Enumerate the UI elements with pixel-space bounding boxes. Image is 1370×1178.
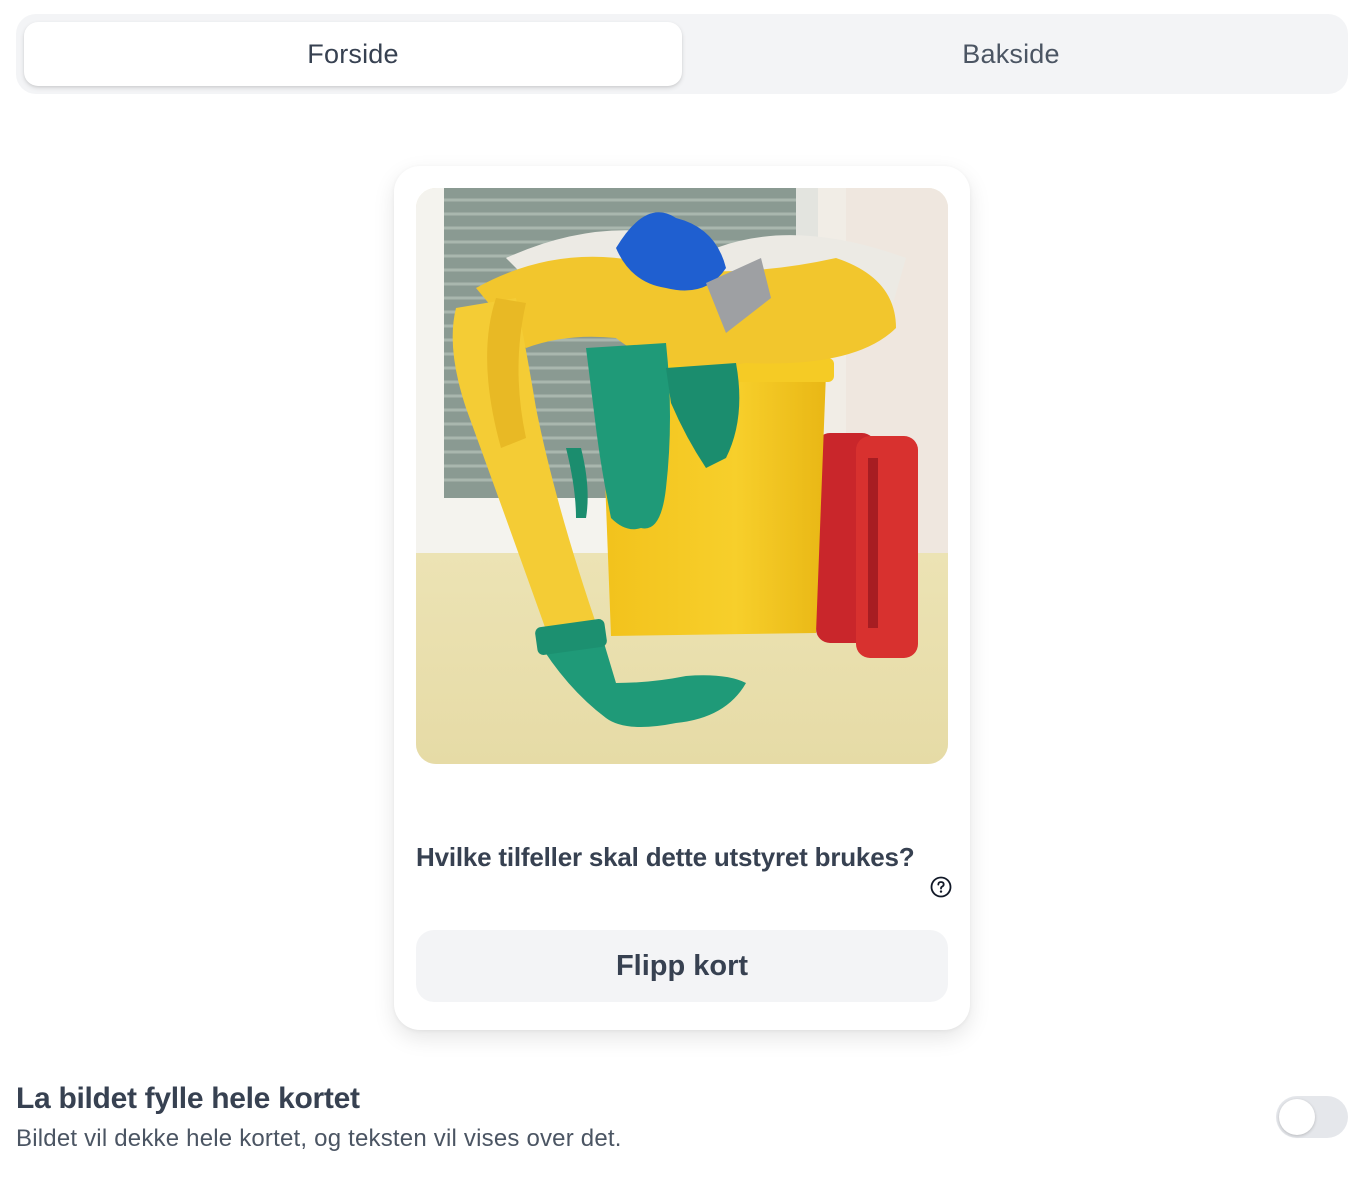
flip-card-button[interactable]: Flipp kort [416,930,948,1002]
fill-image-toggle[interactable] [1276,1096,1348,1138]
tab-bakside[interactable]: Bakside [682,22,1340,86]
fill-image-setting-title: La bildet fylle hele kortet [16,1082,360,1115]
protective-equipment-photo [416,188,948,764]
card-image [416,188,948,764]
flashcard-preview: Hvilke tilfeller skal dette utstyret bru… [394,166,970,1030]
fill-image-setting-description: Bildet vil dekke hele kortet, og teksten… [16,1125,622,1152]
question-circle-icon[interactable] [930,876,952,898]
card-question: Hvilke tilfeller skal dette utstyret bru… [416,842,915,872]
tab-forside[interactable]: Forside [24,22,682,86]
toggle-knob [1279,1099,1315,1135]
front-back-tabs: Forside Bakside [16,14,1348,94]
